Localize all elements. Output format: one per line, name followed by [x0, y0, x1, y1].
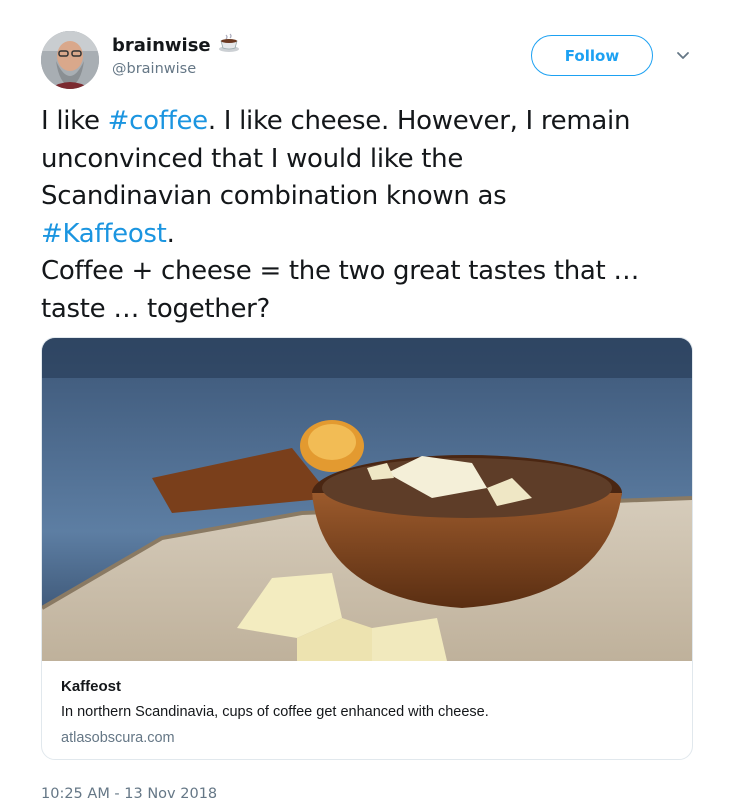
card-title: Kaffeost [61, 678, 122, 695]
tweet-text-segment: Coffee + cheese = the two great tastes t… [41, 256, 640, 286]
tweet-text-line: taste … together? [41, 291, 701, 329]
card-domain: atlasobscura.com [61, 730, 175, 746]
tweet-text-segment: . [166, 218, 175, 249]
user-handle[interactable]: @brainwise [112, 61, 196, 77]
tweet-text-segment: Scandinavian combination known as [41, 181, 507, 211]
coffee-cup-icon [217, 33, 241, 58]
tweet-text: I like #coffee. I like cheese. However, … [41, 103, 701, 328]
chevron-down-icon[interactable] [674, 48, 692, 64]
hashtag-link[interactable]: #Kaffeost [41, 219, 167, 249]
display-name[interactable]: brainwise [112, 33, 241, 58]
tweet-text-line: #Kaffeost. [41, 216, 701, 254]
avatar[interactable] [41, 31, 99, 89]
display-name-text: brainwise [112, 35, 211, 56]
tweet-text-line: unconvinced that I would like the [41, 141, 701, 179]
tweet-text-segment: . I like cheese. However, I remain [207, 106, 631, 136]
card-description: In northern Scandinavia, cups of coffee … [61, 704, 489, 720]
hashtag-link[interactable]: #coffee [108, 106, 208, 136]
link-card[interactable]: Kaffeost In northern Scandinavia, cups o… [41, 337, 693, 760]
tweet-text-segment: unconvinced that I would like the [41, 143, 464, 174]
timestamp[interactable]: 10:25 AM - 13 Nov 2018 [41, 786, 217, 802]
card-image [42, 338, 692, 661]
tweet-text-line: I like #coffee. I like cheese. However, … [41, 103, 701, 141]
tweet-text-line: Coffee + cheese = the two great tastes t… [41, 253, 701, 291]
follow-button[interactable]: Follow [531, 35, 653, 76]
tweet-text-segment: I like [41, 106, 108, 136]
tweet-text-segment: taste … together? [41, 293, 271, 324]
tweet-text-line: Scandinavian combination known as [41, 178, 701, 216]
